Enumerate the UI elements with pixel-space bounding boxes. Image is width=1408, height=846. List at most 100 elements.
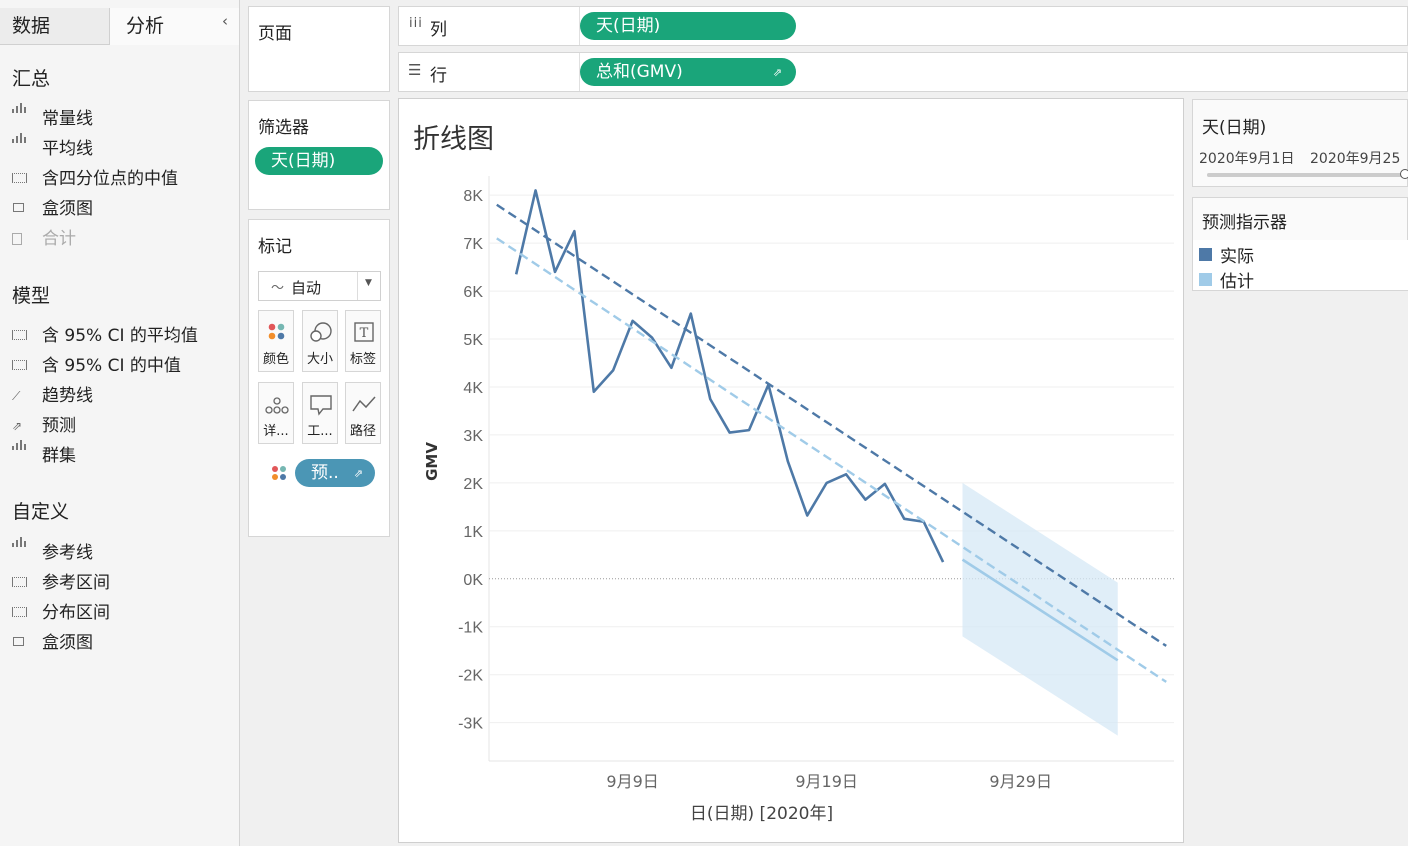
y-tick-label: -1K [458, 620, 483, 637]
detail-button-label: 详... [263, 424, 289, 439]
reference-line-icon [12, 133, 30, 155]
y-tick-label: 7K [463, 236, 483, 253]
section-title: 汇总 [12, 68, 51, 90]
band-icon [12, 607, 30, 619]
mark-type-dropdown[interactable]: 〜 自动 ▼ [258, 271, 381, 301]
analytics-item[interactable]: 参考区间 [12, 570, 110, 596]
x-axis-title: 日(日期) [2020年] [690, 804, 833, 824]
label-button[interactable]: T 标签 [345, 310, 381, 372]
tab-analysis[interactable]: 分析 [110, 8, 239, 45]
actual-line [514, 189, 945, 563]
section-title: 自定义 [12, 501, 70, 523]
pages-shelf[interactable]: 页面 [248, 6, 390, 92]
y-tick-label: -2K [458, 668, 483, 685]
color-encoding-icon [272, 466, 286, 480]
analytics-item[interactable]: 参考线 [12, 537, 93, 566]
forecast-legend-body: 实际 估计 [1193, 240, 1408, 292]
legend-item-estimate[interactable]: 估计 [1199, 267, 1254, 292]
x-tick-label: 9月29日 [989, 772, 1052, 791]
analytics-item[interactable]: 含 95% CI 的平均值 [12, 323, 198, 349]
boxplot-icon [12, 203, 30, 215]
band-icon [12, 173, 30, 185]
rows-label: 行 [430, 66, 447, 86]
size-button[interactable]: 大小 [302, 310, 338, 372]
reference-line-icon [12, 103, 30, 125]
analytics-item-label: 趋势线 [42, 386, 93, 406]
rows-shelf-header: ☰ 行 [399, 53, 580, 91]
analytics-item[interactable]: 合计 [12, 226, 76, 252]
pages-label: 页面 [258, 24, 292, 44]
analytics-item-label: 参考线 [42, 543, 93, 563]
y-tick-label: 4K [463, 380, 483, 397]
legend-item-actual[interactable]: 实际 [1199, 242, 1254, 267]
band-icon [12, 577, 30, 589]
analytics-item[interactable]: 盒须图 [12, 630, 93, 656]
x-tick-label: 9月19日 [795, 772, 858, 791]
svg-text:T: T [360, 326, 369, 341]
analytics-item[interactable]: 含四分位点的中值 [12, 166, 178, 192]
analytics-pane: 数据 分析 ‹ 汇总 常量线 平均线 含四分位点的中值 盒须图 合计 模型含 95% CI … [0, 0, 240, 846]
path-button[interactable]: 路径 [345, 382, 381, 444]
columns-pill[interactable]: 天(日期) [580, 12, 796, 40]
columns-label: 列 [430, 20, 447, 40]
date-range-slider-fill [1207, 173, 1405, 177]
color-pill[interactable]: 预.. ⇗ [295, 459, 375, 487]
analytics-item[interactable]: 常量线 [12, 103, 93, 132]
analytics-item[interactable]: 含 95% CI 的中值 [12, 353, 181, 379]
y-tick-label: 5K [463, 332, 483, 349]
y-tick-label: 1K [463, 524, 483, 541]
date-range-slider[interactable] [1207, 169, 1408, 179]
marks-title: 标记 [258, 237, 292, 257]
viz-pane: 折线图 8K 7K 6K 5K 4K 3K 2K 1K 0K -1K -2K -3K 9月9日 9月19日… [398, 98, 1184, 843]
rows-pill[interactable]: 总和(GMV) ⇗ [580, 58, 796, 86]
analytics-item[interactable]: 盒须图 [12, 196, 93, 222]
line-chart[interactable]: 8K 7K 6K 5K 4K 3K 2K 1K 0K -1K -2K -3K 9月9日 9月19日 9月29… [399, 99, 1185, 844]
band-icon [12, 360, 30, 372]
rows-icon: ☰ [408, 61, 422, 79]
size-button-label: 大小 [306, 352, 333, 367]
legend-label-actual: 实际 [1220, 247, 1254, 267]
analytics-item-label: 预测 [42, 416, 76, 436]
y-axis-title: GMV [423, 442, 441, 481]
filter-pill[interactable]: 天(日期) [255, 147, 383, 175]
label-icon: T [354, 322, 374, 342]
forecast-legend-title: 预测指示器 [1202, 213, 1287, 233]
y-tick-label: 8K [463, 188, 483, 205]
date-filter-title: 天(日期) [1202, 118, 1267, 138]
analytics-item-label: 合计 [42, 229, 76, 249]
color-pill-label: 预.. [311, 463, 339, 483]
columns-pill-label: 天(日期) [596, 16, 661, 36]
path-icon [352, 396, 376, 412]
detail-button[interactable]: 详... [258, 382, 294, 444]
analytics-item[interactable]: 平均线 [12, 133, 93, 162]
band-icon [12, 330, 30, 342]
tooltip-button[interactable]: 工... [302, 382, 338, 444]
legend-label-estimate: 估计 [1220, 272, 1254, 292]
path-button-label: 路径 [349, 424, 376, 439]
forecast-pill-icon: ⇗ [353, 467, 363, 480]
cluster-icon [12, 440, 30, 462]
analytics-item-label: 分布区间 [42, 603, 110, 623]
filters-shelf[interactable]: 筛选器 天(日期) [248, 100, 390, 210]
y-tick-label: 3K [463, 428, 483, 445]
analytics-item[interactable]: 群集 [12, 440, 76, 469]
dropdown-divider [357, 272, 358, 300]
analytics-item[interactable]: ⟋ 趋势线 [12, 383, 93, 409]
analytics-item-label: 群集 [42, 446, 76, 466]
analytics-item-label: 平均线 [42, 139, 93, 159]
section-title: 模型 [12, 285, 51, 307]
analytics-item-label: 参考区间 [42, 573, 110, 593]
y-tick-label: 2K [463, 476, 483, 493]
tab-data[interactable]: 数据 [0, 8, 110, 45]
color-button[interactable]: 颜色 [258, 310, 294, 372]
trend-icon: ⟋ [12, 389, 21, 403]
tooltip-icon [310, 395, 332, 416]
rows-shelf[interactable]: ☰ 行 总和(GMV) ⇗ [398, 52, 1408, 92]
collapse-pane-icon[interactable]: ‹ [222, 12, 228, 30]
analytics-item[interactable]: 分布区间 [12, 600, 110, 626]
slider-handle[interactable] [1399, 169, 1408, 179]
analytics-item[interactable]: ⇗ 预测 [12, 413, 76, 439]
chevron-down-icon: ▼ [365, 278, 372, 288]
date-range-start: 2020年9月1日 [1199, 151, 1295, 167]
columns-shelf[interactable]: iii 列 天(日期) [398, 6, 1408, 46]
